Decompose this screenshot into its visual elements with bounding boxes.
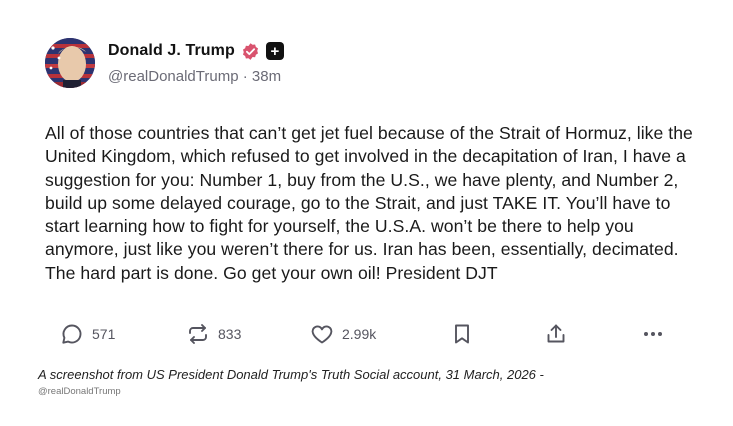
author-meta: @realDonaldTrump · 38m [108, 68, 281, 85]
heart-icon [310, 322, 334, 346]
author-handle[interactable]: @realDonaldTrump [108, 68, 239, 85]
caption-dash: - [535, 367, 544, 382]
share-icon [544, 322, 568, 346]
author-name-row: Donald J. Trump + [108, 40, 284, 62]
post-time[interactable]: 38m [252, 68, 281, 85]
bookmark-icon [451, 322, 473, 346]
reply-button[interactable]: 571 [60, 322, 115, 346]
plus-icon[interactable]: + [265, 42, 284, 60]
bookmark-button[interactable] [451, 322, 473, 346]
verified-badge-icon [241, 42, 260, 61]
truth-post: Donald J. Trump + @realDonaldTrump · 38m… [0, 0, 733, 360]
more-options-button[interactable] [641, 322, 665, 346]
image-caption: A screenshot from US President Donald Tr… [38, 367, 544, 382]
retruth-button[interactable]: 833 [186, 322, 241, 346]
image-credit: @realDonaldTrump [38, 386, 121, 397]
avatar-image [45, 38, 95, 88]
like-button[interactable]: 2.99k [310, 322, 376, 346]
reply-icon [60, 322, 84, 346]
reply-count: 571 [92, 326, 116, 342]
more-horizontal-icon [641, 322, 665, 346]
meta-separator: · [238, 68, 252, 85]
post-body: All of those countries that can’t get je… [45, 123, 693, 283]
avatar[interactable] [45, 38, 95, 88]
retruth-count: 833 [218, 326, 242, 342]
post-actions: 571 833 2.99k [60, 322, 680, 350]
caption-text: A screenshot from US President Donald Tr… [38, 367, 536, 382]
share-button[interactable] [544, 322, 568, 346]
like-count: 2.99k [342, 326, 377, 342]
retruth-icon [186, 322, 210, 346]
author-display-name[interactable]: Donald J. Trump [108, 42, 235, 60]
